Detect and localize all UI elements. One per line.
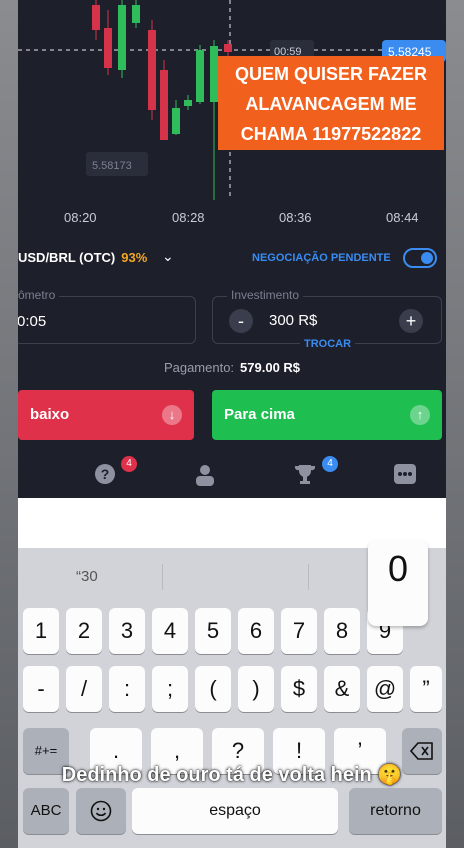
abc-key[interactable]: ABC: [23, 788, 69, 834]
key[interactable]: @: [367, 666, 403, 712]
switch-currency-link[interactable]: TROCAR: [300, 338, 356, 350]
key[interactable]: ;: [152, 666, 188, 712]
candle: [172, 108, 180, 134]
candle: [196, 50, 204, 102]
key[interactable]: 2: [66, 608, 102, 654]
time-label: 08:28: [172, 210, 205, 225]
candle: [92, 5, 100, 30]
investment-field[interactable]: Investimento - 300 R$ +: [212, 288, 442, 344]
key[interactable]: 4: [152, 608, 188, 654]
emoji-key[interactable]: [76, 788, 126, 834]
suggestion-divider: [162, 564, 163, 590]
backspace-icon: [409, 742, 433, 760]
overlay-line: CHAMA 11977522822: [240, 124, 422, 144]
timer-field-value: 0:05: [18, 313, 47, 330]
key[interactable]: 5: [195, 608, 231, 654]
suggestion-divider: [308, 564, 309, 590]
candle: [132, 5, 140, 23]
up-button[interactable]: Para cima ↑: [212, 390, 442, 440]
time-label: 08:36: [279, 210, 312, 225]
profile-icon[interactable]: [193, 462, 217, 486]
payout-value: 579.00 R$: [240, 360, 301, 375]
key[interactable]: ”: [410, 666, 442, 712]
arrow-up-icon: ↑: [410, 405, 430, 425]
help-chat-icon[interactable]: ?: [93, 462, 117, 486]
candle: [224, 44, 232, 52]
investment-field-label: Investimento: [227, 288, 304, 302]
more-menu-icon[interactable]: [393, 462, 417, 486]
help-badge: 4: [121, 456, 137, 472]
key[interactable]: 8: [324, 608, 360, 654]
return-key[interactable]: retorno: [349, 788, 442, 834]
left-blur-edge: [0, 0, 18, 848]
key[interactable]: $: [281, 666, 317, 712]
candle: [104, 28, 112, 68]
candle: [148, 30, 156, 110]
trophy-badge: 4: [322, 456, 338, 472]
asset-payout-pct: 93%: [121, 250, 148, 265]
key[interactable]: :: [109, 666, 145, 712]
candle: [160, 70, 168, 140]
up-button-label: Para cima: [224, 406, 295, 423]
key[interactable]: -: [23, 666, 59, 712]
arrow-down-icon: ↓: [162, 405, 182, 425]
key[interactable]: /: [66, 666, 102, 712]
right-blur-edge: [446, 0, 464, 848]
key[interactable]: 3: [109, 608, 145, 654]
key[interactable]: (: [195, 666, 231, 712]
time-label: 08:44: [386, 210, 419, 225]
trophy-icon[interactable]: [293, 462, 317, 486]
investment-value[interactable]: 300 R$: [269, 312, 317, 329]
payout-row: Pagamento: 579.00 R$: [18, 360, 446, 375]
key-press-popup: 0: [368, 540, 428, 626]
down-button-label: baixo: [30, 406, 70, 423]
story-text-overlay: QUEM QUISER FAZER ALAVANCAGEM ME CHAMA 1…: [218, 56, 444, 150]
plus-button[interactable]: +: [399, 309, 423, 333]
overlay-line: ALAVANCAGEM ME: [245, 94, 417, 114]
key[interactable]: ): [238, 666, 274, 712]
keyboard-suggestion[interactable]: “30: [76, 568, 98, 585]
candle: [184, 100, 192, 106]
key[interactable]: &: [324, 666, 360, 712]
chevron-down-icon[interactable]: ⌄: [162, 248, 174, 265]
toggle-knob: [421, 252, 433, 264]
key[interactable]: 1: [23, 608, 59, 654]
candle: [210, 46, 218, 102]
key[interactable]: 6: [238, 608, 274, 654]
space-key[interactable]: espaço: [132, 788, 338, 834]
asset-pair: USD/BRL (OTC): [18, 250, 116, 265]
timer-field-label: ômetro: [18, 288, 60, 302]
pending-trade-label: NEGOCIAÇÃO PENDENTE: [252, 252, 391, 264]
asset-selector[interactable]: USD/BRL (OTC) 93%: [18, 250, 147, 265]
overlay-line: QUEM QUISER FAZER: [234, 64, 427, 84]
key[interactable]: 7: [281, 608, 317, 654]
timer-field[interactable]: ômetro 0:05: [18, 288, 196, 344]
minus-button[interactable]: -: [229, 309, 253, 333]
down-button[interactable]: baixo ↓: [18, 390, 194, 440]
trading-app: 5.58173 00:59 5.58245 200 08:20 08:28 08…: [18, 0, 446, 498]
investment-currency: R$: [298, 312, 318, 329]
investment-amount: 300: [269, 312, 295, 329]
pending-trade-toggle[interactable]: [403, 248, 437, 268]
low-price-label: 5.58173: [92, 160, 132, 172]
payout-label: Pagamento:: [163, 360, 235, 375]
asset-row: USD/BRL (OTC) 93% ⌄ NEGOCIAÇÃO PENDENTE: [18, 242, 446, 274]
story-caption: Dedinho de ouro tá de volta hein 🤫: [61, 764, 403, 786]
candle: [118, 5, 126, 70]
svg-text:?: ?: [101, 466, 110, 482]
time-label: 08:20: [64, 210, 97, 225]
emoji-icon: [90, 800, 112, 822]
